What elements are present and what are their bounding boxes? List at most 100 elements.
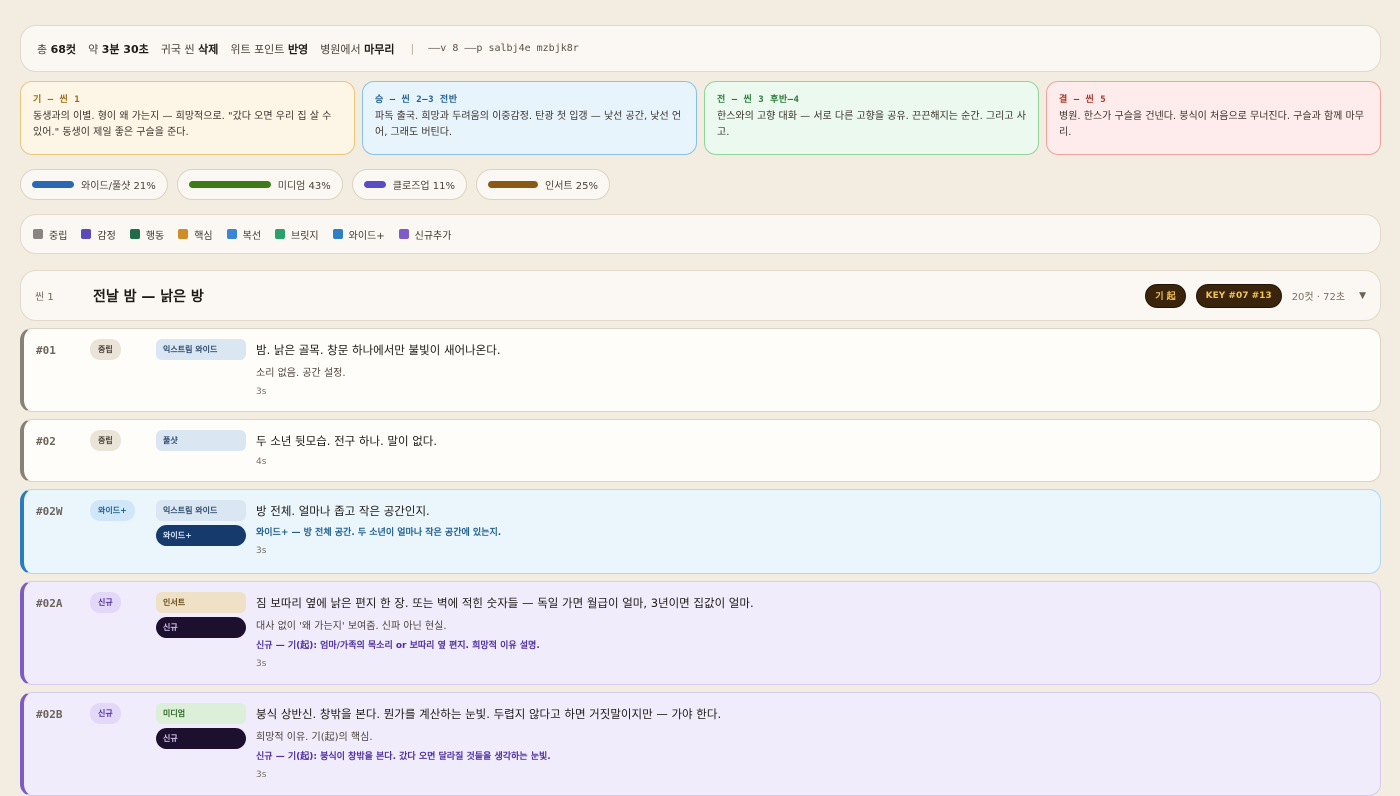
cut-tag: 와이드+: [90, 500, 135, 521]
cut-duration: 4s: [256, 457, 267, 467]
cut-body: 짐 보따리 옆에 낡은 편지 한 장. 또는 벽에 적힌 숫자들 — 독일 가면…: [256, 595, 1380, 669]
shot-pill-medium[interactable]: 미디엄 43%: [176, 169, 343, 200]
legend-label: 행동: [145, 230, 165, 242]
shot-label: 미디엄 43%: [277, 181, 331, 192]
cut-tag: 신규: [90, 592, 121, 613]
shot-label: 클로즈업 11%: [392, 181, 456, 192]
runtime-value: 3분 30초: [101, 42, 149, 56]
cut-id: #01: [36, 344, 56, 357]
return-scene: 귀국 씬 삭제: [161, 41, 219, 57]
shot-type: 인서트: [156, 592, 246, 613]
shot-types: 미디엄 신규: [156, 703, 246, 753]
cut-id: #02A: [36, 597, 63, 610]
legend-label: 감정: [97, 230, 116, 242]
cut-id: #02W: [36, 505, 63, 518]
shot-pill-closeup[interactable]: 클로즈업 11%: [351, 169, 468, 200]
scene-count: 20컷 · 72초: [1291, 292, 1346, 303]
legend-label: 브릿지: [291, 230, 319, 242]
legend-swatch: [33, 229, 43, 239]
legend-swatch: [178, 229, 189, 239]
shot-bar: [188, 181, 271, 188]
cut-note: 신규 — 기(起): 엄마/가족의 목소리 or 보따리 옆 편지. 희망적 이…: [256, 641, 540, 651]
cut-body: 붕식 상반신. 창밖을 본다. 뭔가를 계산하는 눈빛. 두렵지 않다고 하면 …: [256, 706, 1380, 780]
scene-header[interactable]: 씬 1 전날 밤 — 낡은 방 기 起 KEY #07 #13 20컷 · 72…: [20, 270, 1381, 321]
legend-item-emotion: 감정: [81, 227, 116, 242]
scene-meta: 기 起 KEY #07 #13 20컷 · 72초 ▼: [1145, 283, 1366, 308]
act-desc: 동생과의 이별. 형이 왜 가는지 — 희망적으로. "갔다 오면 우리 집 살…: [33, 111, 332, 138]
legend-label: 핵심: [194, 230, 213, 242]
cut-duration: 3s: [256, 770, 267, 780]
total-prefix: 총: [37, 42, 48, 56]
shot-type: 와이드+: [156, 525, 246, 546]
tag-legend: 중립 감정 행동 핵심 복선 브릿지 와이드+ 신규추가: [20, 214, 1381, 254]
legend-swatch: [81, 229, 92, 239]
runtime-prefix: 약: [88, 42, 99, 56]
hospital-ending: 병원에서 마무리: [320, 41, 394, 57]
act-structure: 기 — 씬 1 동생과의 이별. 형이 왜 가는지 — 희망적으로. "갔다 오…: [20, 81, 1381, 155]
legend-item-wideplus: 와이드+: [332, 227, 385, 242]
legend-label: 와이드+: [348, 230, 385, 242]
act-card-gyeol: 결 — 씬 5 병원. 한스가 구슬을 건넨다. 붕식이 처음으로 무너진다. …: [1046, 81, 1381, 155]
shot-pill-insert[interactable]: 인서트 25%: [476, 169, 611, 200]
cut-tag: 중립: [90, 339, 121, 360]
cut-duration: 3s: [256, 387, 267, 397]
shot-label: 인서트 25%: [545, 181, 599, 192]
cut-description: 밤. 낡은 골목. 창문 하나에서만 불빛이 새어나온다.: [256, 343, 501, 357]
cut-subtext: 희망적 이유. 기(起)의 핵심.: [256, 732, 373, 743]
hospital-value: 마무리: [364, 42, 395, 56]
shot-bar: [363, 181, 386, 188]
legend-item-key: 핵심: [178, 227, 213, 242]
return-value: 삭제: [198, 42, 219, 56]
legend-label: 중립: [49, 230, 68, 242]
shot-type: 익스트림 와이드: [156, 500, 246, 521]
cut-row[interactable]: #02W 와이드+ 익스트림 와이드 와이드+ 방 전체. 얼마나 좁고 작은 …: [20, 489, 1381, 574]
cut-duration: 3s: [256, 546, 267, 556]
act-badge: 기 起: [1145, 283, 1186, 308]
wit-value: 반영: [287, 42, 309, 56]
storyboard-page: 총 68컷 약 3분 30초 귀국 씬 삭제 위트 포인트 반영 병원에서 마무…: [20, 25, 1381, 796]
cut-row[interactable]: #02 중립 풀샷 두 소년 뒷모습. 전구 하나. 말이 없다. 4s: [20, 419, 1381, 482]
shot-type: 미디엄: [156, 703, 246, 724]
cut-note: 신규 — 기(起): 붕식이 창밖을 본다. 갔다 오면 달라질 것들을 생각하…: [256, 752, 551, 762]
summary-bar: 총 68컷 약 3분 30초 귀국 씬 삭제 위트 포인트 반영 병원에서 마무…: [20, 25, 1381, 72]
legend-label: 신규추가: [414, 230, 452, 242]
cut-body: 두 소년 뒷모습. 전구 하나. 말이 없다. 4s: [256, 433, 1380, 467]
legend-swatch: [226, 229, 237, 239]
legend-item-neutral: 중립: [33, 227, 67, 242]
cut-tag: 중립: [90, 430, 121, 451]
act-title: 기 — 씬 1: [33, 95, 81, 105]
cut-row[interactable]: #01 중립 익스트림 와이드 밤. 낡은 골목. 창문 하나에서만 불빛이 새…: [20, 328, 1381, 412]
act-title: 승 — 씬 2–3 전반: [375, 95, 458, 105]
key-badge: KEY #07 #13: [1195, 283, 1282, 308]
total-value: 68컷: [50, 42, 77, 56]
shot-label: 와이드/풀샷 21%: [81, 181, 156, 192]
legend-swatch: [275, 229, 286, 239]
shot-types: 익스트림 와이드: [156, 339, 246, 364]
command-text: ——v 8 ——p salbj4e mzbjk8r: [428, 43, 579, 54]
shot-pill-wide[interactable]: 와이드/풀샷 21%: [20, 169, 168, 200]
shot-type: 신규: [156, 728, 246, 749]
hospital-prefix: 병원에서: [320, 42, 361, 56]
cut-tag: 신규: [90, 703, 121, 724]
cut-subtext: 소리 없음. 공간 설정.: [256, 368, 346, 379]
shot-distribution: 와이드/풀샷 21% 미디엄 43% 클로즈업 11% 인서트 25%: [20, 169, 1381, 200]
cut-id: #02: [36, 435, 56, 448]
shot-type: 풀샷: [156, 430, 246, 451]
runtime: 약 3분 30초: [88, 41, 149, 57]
act-card-seung: 승 — 씬 2–3 전반 파독 출국. 희망과 두려움의 이중감정. 탄광 첫 …: [362, 81, 697, 155]
cut-row[interactable]: #02B 신규 미디엄 신규 붕식 상반신. 창밖을 본다. 뭔가를 계산하는 …: [20, 692, 1381, 796]
shot-types: 풀샷: [156, 430, 246, 455]
chevron-down-icon[interactable]: ▼: [1359, 291, 1366, 301]
cut-subtext: 대사 없이 '왜 가는지' 보여줌. 신파 아닌 현실.: [256, 621, 447, 632]
cut-row[interactable]: #02A 신규 인서트 신규 짐 보따리 옆에 낡은 편지 한 장. 또는 벽에…: [20, 581, 1381, 685]
act-card-gi: 기 — 씬 1 동생과의 이별. 형이 왜 가는지 — 희망적으로. "갔다 오…: [20, 81, 355, 155]
wit-prefix: 위트 포인트: [230, 42, 285, 56]
legend-item-foreshadow: 복선: [226, 227, 261, 242]
divider: |: [410, 42, 415, 55]
return-prefix: 귀국 씬: [160, 42, 195, 56]
shot-bar: [32, 181, 74, 188]
cut-id: #02B: [36, 708, 63, 721]
legend-item-action: 행동: [129, 227, 165, 242]
legend-swatch: [129, 229, 140, 239]
act-card-jeon: 전 — 씬 3 후반–4 한스와의 고향 대화 — 서로 다른 고향을 공유. …: [704, 81, 1039, 155]
